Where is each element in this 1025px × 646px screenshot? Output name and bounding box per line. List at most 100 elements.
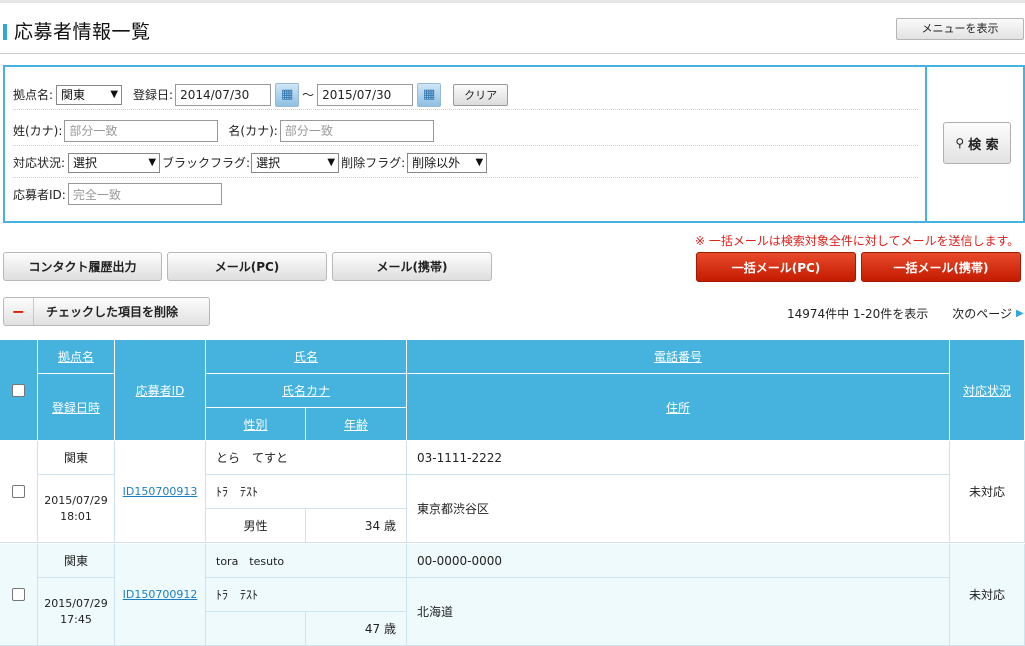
cell-age: 34 歳 xyxy=(306,509,407,543)
sort-applicant-id-link[interactable]: 応募者ID xyxy=(136,382,185,399)
sort-age-link[interactable]: 年齢 xyxy=(344,416,368,433)
cell-reg-datetime: 2015/07/29 17:45 xyxy=(38,578,115,646)
delete-flag-label: 削除フラグ: xyxy=(341,156,406,170)
reg-date: 2015/07/29 xyxy=(44,596,108,610)
cell-gender xyxy=(206,612,306,646)
cell-name: とら てすと xyxy=(206,441,407,475)
applicant-id-link[interactable]: ID150700913 xyxy=(123,485,198,498)
black-flag-select[interactable]: 選択 ▼ xyxy=(251,152,340,173)
calendar-icon[interactable]: ▦ xyxy=(417,82,442,107)
header-name: 氏名 xyxy=(206,340,407,374)
last-kana-input[interactable]: 部分一致 xyxy=(64,119,219,142)
clear-button[interactable]: クリア xyxy=(453,83,509,106)
sort-location-link[interactable]: 拠点名 xyxy=(58,348,94,365)
date-range-tilde: 〜 xyxy=(302,88,315,102)
cell-applicant-id: ID150700912 xyxy=(115,544,206,646)
chevron-down-icon: ▼ xyxy=(327,157,336,168)
search-button-label: 検 索 xyxy=(968,137,999,153)
next-page-link[interactable]: 次のページ ▶ xyxy=(952,305,1023,322)
cell-phone: 03-1111-2222 xyxy=(407,441,950,475)
header-address: 住所 xyxy=(407,374,950,441)
status-label: 対応状況: xyxy=(13,156,66,170)
delete-flag-selected-value: 削除以外 xyxy=(412,156,461,170)
filter-divider xyxy=(925,67,927,221)
applicant-id-input[interactable]: 完全一致 xyxy=(67,183,222,205)
sort-reg-datetime-link[interactable]: 登録日時 xyxy=(52,399,100,416)
cell-address: 東京都渋谷区 xyxy=(407,475,950,543)
cell-address: 北海道 xyxy=(407,578,950,646)
chevron-down-icon: ▼ xyxy=(110,89,119,100)
applicant-id-link[interactable]: ID150700912 xyxy=(123,588,198,601)
first-kana-label: 名(カナ): xyxy=(228,124,278,138)
select-all-cell xyxy=(0,340,38,441)
cell-phone: 00-0000-0000 xyxy=(407,544,950,578)
date-to-input[interactable]: 2015/07/30 xyxy=(317,83,414,106)
row-checkbox-cell xyxy=(0,441,38,543)
sort-status-link[interactable]: 対応状況 xyxy=(963,382,1011,399)
bulk-mail-notice: ※ 一括メールは検索対象全件に対してメールを送信します。 xyxy=(695,234,1020,248)
header-gender: 性別 xyxy=(206,408,306,441)
title-marker xyxy=(3,24,7,40)
cell-reg-datetime: 2015/07/29 18:01 xyxy=(38,475,115,543)
cell-location: 関東 xyxy=(38,544,115,578)
cell-location: 関東 xyxy=(38,441,115,475)
search-button[interactable]: ⚲ 検 索 xyxy=(943,122,1011,164)
pagination: 14974件中 1-20件を表示 次のページ ▶ xyxy=(787,305,1024,322)
sort-name-kana-link[interactable]: 氏名カナ xyxy=(282,382,330,399)
search-icon: ⚲ xyxy=(955,136,965,150)
cell-age: 47 歳 xyxy=(306,612,407,646)
header-status: 対応状況 xyxy=(950,340,1025,441)
delete-checked-label: チェックした項目を削除 xyxy=(46,305,179,319)
black-flag-selected-value: 選択 xyxy=(256,156,281,170)
minus-icon: − xyxy=(4,298,34,325)
header-phone: 電話番号 xyxy=(407,340,950,374)
contact-export-button[interactable]: コンタクト履歴出力 xyxy=(3,252,162,281)
mail-pc-button[interactable]: メール(PC) xyxy=(167,252,327,281)
row-checkbox[interactable] xyxy=(12,485,25,498)
sort-name-link[interactable]: 氏名 xyxy=(294,348,318,365)
first-kana-input[interactable]: 部分一致 xyxy=(279,119,434,142)
row-checkbox-cell xyxy=(0,544,38,646)
calendar-icon[interactable]: ▦ xyxy=(275,82,300,107)
mail-mobile-button[interactable]: メール(携帯) xyxy=(332,252,492,281)
location-select[interactable]: 関東 ▼ xyxy=(56,84,123,105)
filter-row-kana: 姓(カナ): 部分一致 名(カナ): 部分一致 xyxy=(13,116,918,146)
reg-time: 18:01 xyxy=(60,509,92,523)
cell-gender: 男性 xyxy=(206,509,306,543)
filter-row-location-date: 拠点名: 関東 ▼ 登録日: 2014/07/30 ▦ 〜 2015/07/30 … xyxy=(13,80,918,110)
date-from-input[interactable]: 2014/07/30 xyxy=(175,83,272,106)
chevron-down-icon: ▼ xyxy=(475,157,484,168)
page-title: 応募者情報一覧 xyxy=(14,21,151,43)
filter-row-applicant-id: 応募者ID: 完全一致 xyxy=(13,179,918,209)
bulk-mail-pc-button[interactable]: 一括メール(PC) xyxy=(696,252,856,282)
search-filter-panel: 拠点名: 関東 ▼ 登録日: 2014/07/30 ▦ 〜 2015/07/30 … xyxy=(3,65,1025,223)
filter-row-flags: 対応状況: 選択 ▼ ブラックフラグ: 選択 ▼ 削除フラグ: 削除以外 ▼ xyxy=(13,148,918,178)
location-label: 拠点名: xyxy=(13,88,54,102)
header-reg-datetime: 登録日時 xyxy=(38,374,115,441)
location-selected-value: 関東 xyxy=(61,88,86,102)
bulk-mail-mobile-button[interactable]: 一括メール(携帯) xyxy=(861,252,1021,282)
cell-status: 未対応 xyxy=(950,544,1025,646)
header-name-kana: 氏名カナ xyxy=(206,374,407,408)
show-menu-button[interactable]: メニューを表示 xyxy=(896,18,1024,40)
sort-gender-link[interactable]: 性別 xyxy=(243,416,267,433)
triangle-right-icon: ▶ xyxy=(1016,308,1024,319)
cell-applicant-id: ID150700913 xyxy=(115,441,206,543)
next-page-label: 次のページ xyxy=(952,307,1012,321)
last-kana-label: 姓(カナ): xyxy=(13,124,63,138)
delete-flag-select[interactable]: 削除以外 ▼ xyxy=(407,152,488,173)
sort-phone-link[interactable]: 電話番号 xyxy=(654,348,702,365)
row-checkbox[interactable] xyxy=(12,588,25,601)
sort-address-link[interactable]: 住所 xyxy=(666,399,690,416)
reg-date: 2015/07/29 xyxy=(44,493,108,507)
cell-name-kana: ﾄﾗ ﾃｽﾄ xyxy=(206,578,407,612)
select-all-checkbox[interactable] xyxy=(12,383,25,397)
delete-checked-button[interactable]: − チェックした項目を削除 xyxy=(3,297,210,326)
applicant-id-label: 応募者ID: xyxy=(13,187,66,202)
status-select[interactable]: 選択 ▼ xyxy=(68,152,161,173)
title-bar: 応募者情報一覧 メニューを表示 xyxy=(0,3,1025,54)
black-flag-label: ブラックフラグ: xyxy=(162,156,251,170)
cell-name: tora tesuto xyxy=(206,544,407,578)
header-age: 年齢 xyxy=(306,408,407,441)
status-selected-value: 選択 xyxy=(73,156,98,170)
